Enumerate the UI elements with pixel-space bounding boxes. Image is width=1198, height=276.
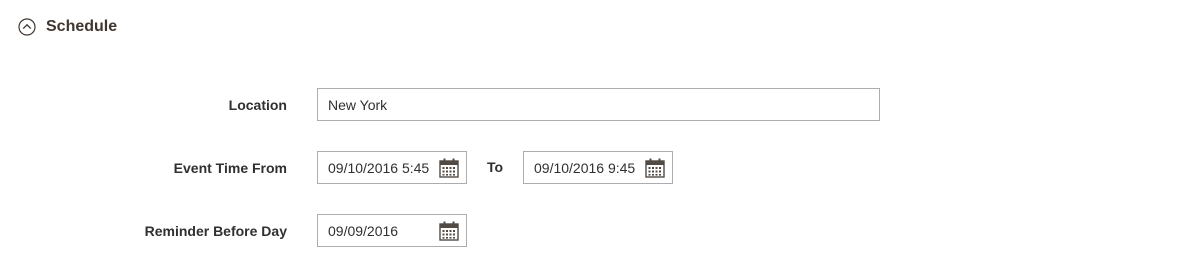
section-toggle-schedule[interactable]: Schedule <box>18 18 117 36</box>
chevron-up-circle-icon <box>18 18 36 36</box>
section-title: Schedule <box>46 18 118 35</box>
location-label-wrap: Location <box>0 88 287 121</box>
calendar-icon[interactable] <box>438 220 460 242</box>
event-time-to-input[interactable] <box>524 159 644 176</box>
reminder-row: Reminder Before Day <box>0 214 287 247</box>
location-row: Location <box>0 88 287 121</box>
event-time-to-field <box>523 151 673 184</box>
event-time-row: Event Time From <box>0 151 287 184</box>
reminder-input[interactable] <box>318 222 438 239</box>
calendar-icon[interactable] <box>644 157 666 179</box>
event-time-from-label: Event Time From <box>173 159 287 176</box>
calendar-icon[interactable] <box>438 157 460 179</box>
location-input[interactable] <box>317 88 880 121</box>
reminder-label-wrap: Reminder Before Day <box>0 214 287 247</box>
reminder-label: Reminder Before Day <box>144 222 287 239</box>
event-time-from-input[interactable] <box>318 159 438 176</box>
location-label: Location <box>228 96 287 113</box>
event-time-label-wrap: Event Time From <box>0 151 287 184</box>
reminder-field <box>317 214 467 247</box>
event-time-from-field <box>317 151 467 184</box>
event-time-to-label: To <box>487 159 504 175</box>
